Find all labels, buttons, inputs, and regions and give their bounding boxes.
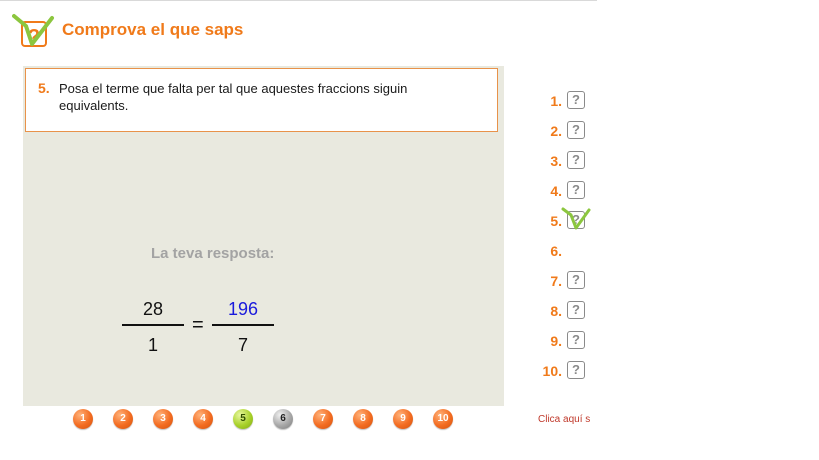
question-list-number: 8. bbox=[550, 303, 562, 319]
question-list-number: 2. bbox=[550, 123, 562, 139]
right-fraction-bar bbox=[212, 324, 274, 326]
nav-button-7[interactable]: 7 bbox=[313, 409, 333, 429]
question-list-item[interactable]: 2.? bbox=[530, 120, 590, 142]
question-list-item[interactable]: 4.? bbox=[530, 180, 590, 202]
question-list-item[interactable]: 9.? bbox=[530, 330, 590, 352]
question-mark-icon: ? bbox=[567, 361, 585, 379]
question-list-number: 7. bbox=[550, 273, 562, 289]
question-mark-icon: ? bbox=[567, 121, 585, 139]
app-title: Comprova el que saps bbox=[62, 20, 244, 39]
nav-button-4[interactable]: 4 bbox=[193, 409, 213, 429]
question-list-number: 10. bbox=[542, 363, 562, 379]
left-fraction-bar bbox=[122, 324, 184, 326]
question-mark-icon: ? bbox=[567, 151, 585, 169]
answer-label: La teva resposta: bbox=[151, 245, 275, 262]
right-denominator: 7 bbox=[237, 335, 248, 355]
nav-button-5[interactable]: 5 bbox=[233, 409, 253, 429]
question-mark-icon: ? bbox=[567, 271, 585, 289]
nav-button-9[interactable]: 9 bbox=[393, 409, 413, 429]
left-numerator: 28 bbox=[142, 299, 164, 319]
right-numerator-input[interactable]: 196 bbox=[212, 299, 274, 320]
question-list-number: 9. bbox=[550, 333, 562, 349]
question-box: 5. Posa el terme que falta per tal que a… bbox=[25, 68, 498, 132]
question-list-number: 6. bbox=[550, 243, 562, 259]
nav-button-1[interactable]: 1 bbox=[73, 409, 93, 429]
click-here-link[interactable]: Clica aquí s bbox=[538, 414, 590, 425]
question-list-number: 3. bbox=[550, 153, 562, 169]
left-denominator: 1 bbox=[147, 335, 158, 355]
question-list-number: 1. bbox=[550, 93, 562, 109]
question-mark-icon: ? bbox=[567, 181, 585, 199]
nav-button-2[interactable]: 2 bbox=[113, 409, 133, 429]
checkmark-icon bbox=[561, 207, 591, 230]
question-mark-icon: ? bbox=[567, 91, 585, 109]
nav-button-8[interactable]: 8 bbox=[353, 409, 373, 429]
question-list-number: 4. bbox=[550, 183, 562, 199]
equals-sign: = bbox=[192, 314, 204, 336]
top-divider bbox=[0, 0, 597, 1]
question-check-icon: ? bbox=[12, 14, 54, 48]
question-list-item[interactable]: 6. bbox=[530, 240, 590, 262]
nav-button-3[interactable]: 3 bbox=[153, 409, 173, 429]
question-list-item[interactable]: 3.? bbox=[530, 150, 590, 172]
question-text: Posa el terme que falta per tal que aque… bbox=[59, 81, 408, 113]
nav-button-10[interactable]: 10 bbox=[433, 409, 453, 429]
question-list-item[interactable]: 7.? bbox=[530, 270, 590, 292]
question-mark-icon: ? bbox=[567, 331, 585, 349]
question-list-item[interactable]: 10.? bbox=[530, 360, 590, 382]
question-list-item[interactable]: 8.? bbox=[530, 300, 590, 322]
question-mark-icon: ? bbox=[567, 301, 585, 319]
question-list-item[interactable]: 5.? bbox=[530, 207, 591, 232]
question-number: 5. bbox=[38, 80, 50, 96]
question-list-item[interactable]: 1.? bbox=[530, 90, 590, 112]
nav-button-6[interactable]: 6 bbox=[273, 409, 293, 429]
